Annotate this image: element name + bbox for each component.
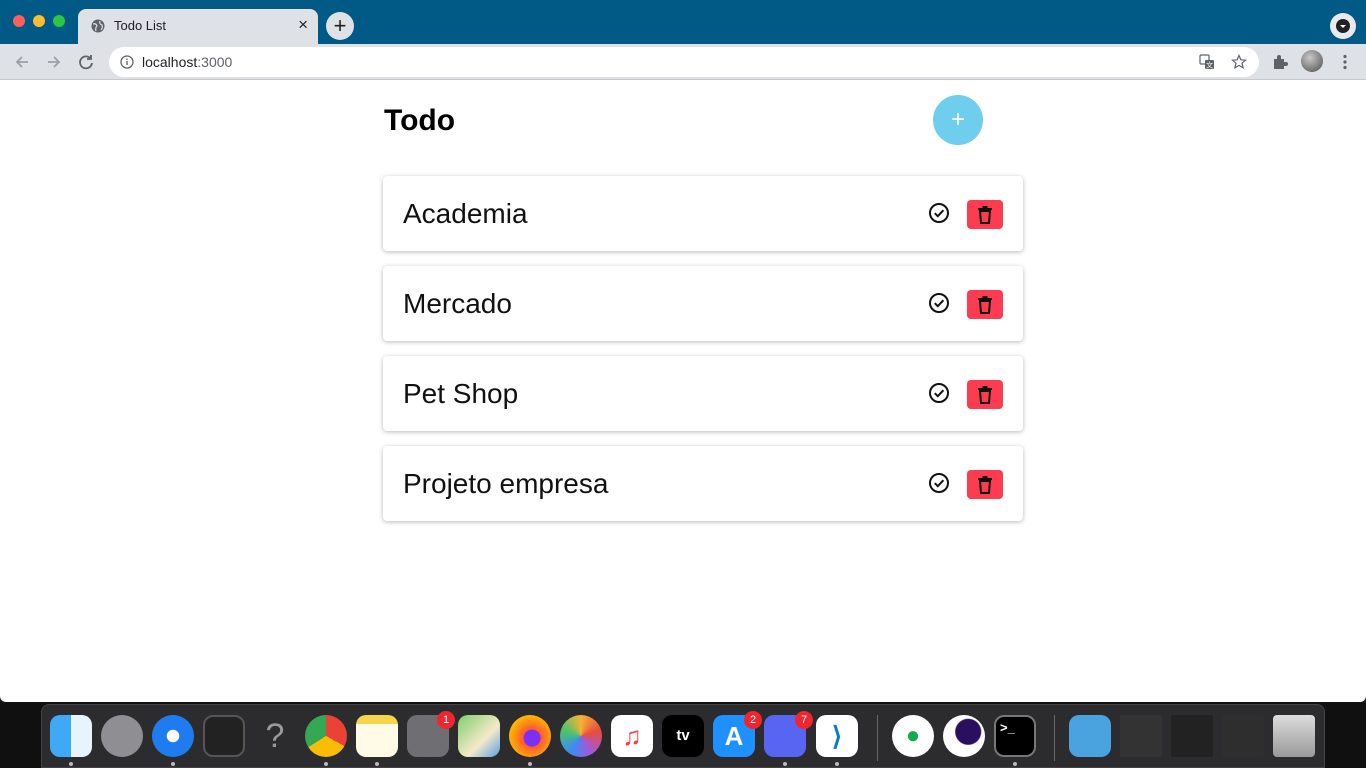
url-text: localhost:3000 bbox=[142, 54, 232, 70]
maps-icon[interactable] bbox=[458, 715, 500, 757]
running-indicator bbox=[375, 762, 379, 766]
tab-search-button[interactable] bbox=[1330, 13, 1356, 39]
running-indicator bbox=[835, 762, 839, 766]
minimized-window-icon[interactable] bbox=[1171, 715, 1213, 757]
complete-check-icon[interactable] bbox=[928, 472, 950, 494]
bookmark-star-icon[interactable] bbox=[1231, 54, 1247, 70]
add-todo-button[interactable]: + bbox=[933, 95, 983, 145]
new-tab-button[interactable]: + bbox=[326, 12, 354, 40]
finder-icon[interactable] bbox=[50, 715, 92, 757]
more-menu-icon[interactable] bbox=[1336, 53, 1354, 71]
delete-button[interactable] bbox=[967, 470, 1003, 499]
question-icon[interactable]: ? bbox=[254, 715, 296, 757]
extensions-icon[interactable] bbox=[1271, 53, 1289, 71]
notification-badge: 2 bbox=[744, 711, 762, 729]
reload-icon[interactable] bbox=[75, 51, 97, 73]
url-port: :3000 bbox=[197, 54, 233, 70]
url-host: localhost bbox=[142, 54, 198, 70]
firefox-icon[interactable] bbox=[509, 715, 551, 757]
maximize-window-button[interactable] bbox=[53, 15, 65, 27]
browser-tab[interactable]: Todo List × bbox=[78, 9, 318, 44]
dock-separator bbox=[877, 715, 878, 761]
todo-text: Projeto empresa bbox=[403, 468, 609, 499]
chrome-icon[interactable] bbox=[305, 715, 347, 757]
delete-button[interactable] bbox=[967, 200, 1003, 229]
tab-title: Todo List bbox=[114, 18, 167, 33]
notification-badge: 7 bbox=[795, 711, 813, 729]
running-indicator bbox=[171, 762, 175, 766]
complete-check-icon[interactable] bbox=[928, 202, 950, 224]
tv-icon[interactable]: tv bbox=[662, 715, 704, 757]
todo-text: Mercado bbox=[403, 288, 512, 319]
running-indicator bbox=[1013, 762, 1017, 766]
trash-icon bbox=[978, 386, 992, 404]
translate-icon[interactable]: 文 bbox=[1199, 54, 1215, 70]
hyper-icon[interactable] bbox=[943, 715, 985, 757]
complete-check-icon[interactable] bbox=[928, 382, 950, 404]
mongodb-icon[interactable]: ● bbox=[892, 715, 934, 757]
safari-icon[interactable] bbox=[152, 715, 194, 757]
todo-text: Academia bbox=[403, 198, 528, 229]
mission-control-icon[interactable] bbox=[203, 715, 245, 757]
launchpad-icon[interactable] bbox=[101, 715, 143, 757]
running-indicator bbox=[324, 762, 328, 766]
back-icon[interactable] bbox=[11, 51, 33, 73]
delete-button[interactable] bbox=[967, 380, 1003, 409]
info-icon[interactable] bbox=[120, 55, 134, 69]
close-window-button[interactable] bbox=[13, 15, 25, 27]
terminal-icon[interactable]: >_ bbox=[994, 715, 1036, 757]
running-indicator bbox=[783, 762, 787, 766]
todo-item: Projeto empresa bbox=[383, 446, 1023, 521]
trash-icon bbox=[978, 206, 992, 224]
todo-item: Academia bbox=[383, 176, 1023, 251]
notes-icon[interactable] bbox=[356, 715, 398, 757]
profile-avatar[interactable] bbox=[1301, 50, 1323, 72]
minimized-window-icon[interactable] bbox=[1222, 715, 1264, 757]
minimize-window-button[interactable] bbox=[33, 15, 45, 27]
delete-button[interactable] bbox=[967, 290, 1003, 319]
running-indicator bbox=[69, 762, 73, 766]
trash-bin-icon[interactable] bbox=[1273, 715, 1315, 757]
photos-icon[interactable] bbox=[560, 715, 602, 757]
todo-item: Mercado bbox=[383, 266, 1023, 341]
music-icon[interactable]: ♫ bbox=[611, 715, 653, 757]
address-bar[interactable]: localhost:3000 文 bbox=[109, 47, 1259, 77]
trash-icon bbox=[978, 296, 992, 314]
browser-titlebar: Todo List × + bbox=[0, 0, 1366, 44]
page-title: Todo bbox=[384, 104, 456, 137]
notification-badge: 1 bbox=[437, 711, 455, 729]
chevron-down-icon bbox=[1336, 19, 1350, 33]
page-viewport: Todo + Academia Mercado Pet Shop Projeto… bbox=[0, 80, 1366, 702]
svg-text:文: 文 bbox=[1206, 61, 1213, 70]
running-indicator bbox=[528, 762, 532, 766]
complete-check-icon[interactable] bbox=[928, 292, 950, 314]
dock-separator bbox=[1054, 715, 1055, 761]
browser-toolbar: localhost:3000 文 bbox=[0, 44, 1366, 80]
forward-icon[interactable] bbox=[43, 51, 65, 73]
todo-text: Pet Shop bbox=[403, 378, 519, 409]
macos-dock: ? 1 ♫ tv A 2 7 ⟩ ● >_ bbox=[41, 704, 1325, 768]
globe-icon bbox=[91, 19, 105, 33]
minimized-window-icon[interactable] bbox=[1120, 715, 1162, 757]
todo-item: Pet Shop bbox=[383, 356, 1023, 431]
trash-icon bbox=[978, 476, 992, 494]
vscode-icon[interactable]: ⟩ bbox=[816, 715, 858, 757]
tab-close-icon[interactable]: × bbox=[298, 16, 308, 34]
downloads-folder-icon[interactable] bbox=[1069, 715, 1111, 757]
